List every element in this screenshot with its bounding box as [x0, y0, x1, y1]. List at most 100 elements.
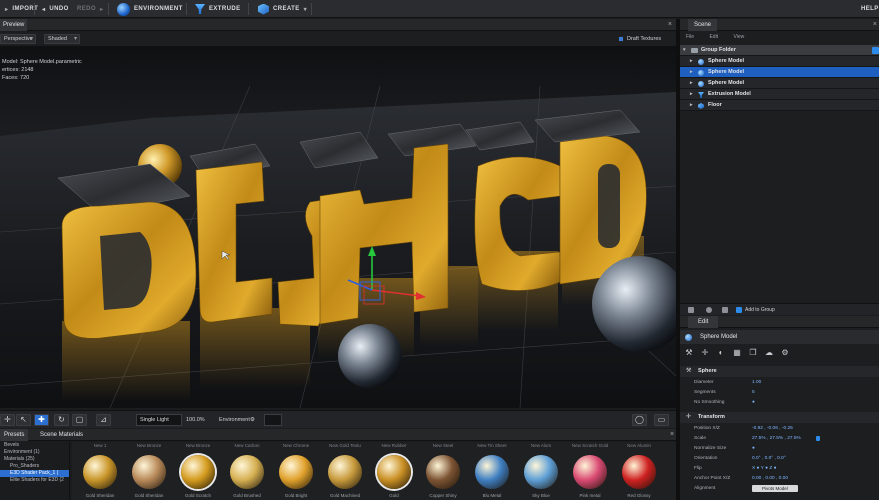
add-to-group-icon[interactable] [736, 307, 742, 313]
tree-item[interactable]: Elite Shaders for E3D (2 [0, 477, 69, 484]
diameter-field[interactable]: 1.00 [752, 378, 761, 387]
material-swatch[interactable]: New 1 Gold Sheridan [76, 442, 124, 500]
scene-item-sphere-model[interactable]: ▸ Sphere Model [680, 56, 879, 67]
alignment-dropdown[interactable]: Pivots Model [752, 485, 798, 492]
anchor-point-field[interactable]: 0.00 , 0.00 , 0.00 [752, 474, 788, 483]
tab-edit[interactable]: Edit [688, 316, 719, 328]
material-swatch[interactable]: New Alum Sky Blue [517, 442, 565, 500]
scene-item-group-folder[interactable]: ▾ Group Folder [680, 45, 879, 56]
gear-icon[interactable]: ⚙ [250, 414, 255, 426]
tab-preview[interactable]: Preview [0, 19, 28, 31]
chevron-right-icon[interactable]: ▸ [690, 56, 693, 67]
tree-item[interactable]: Pro_Shaders [0, 463, 69, 470]
undo-icon: ◂ [42, 6, 46, 13]
create-button[interactable]: CREATE ▾ [253, 0, 312, 18]
flip-checkboxes[interactable]: X ● Y ● Z ● [752, 464, 777, 473]
tree-item-selected[interactable]: E3D Shader Pack_1 ( [0, 470, 69, 477]
shader-icon[interactable]: ◐ [716, 348, 726, 358]
tab-scene-materials[interactable]: Scene Materials [36, 429, 87, 441]
close-icon[interactable]: × [670, 429, 674, 441]
rotate-tool-button[interactable]: ↻ [54, 414, 69, 426]
tree-item[interactable]: Bevels [0, 442, 69, 449]
material-swatch-selected[interactable]: New Rubber Gold [370, 442, 418, 500]
environment-button[interactable]: ENVIRONMENT [112, 0, 188, 18]
camera-reset-button[interactable]: ◯ [632, 414, 647, 426]
draft-textures-toggle[interactable]: Draft Textures [618, 35, 661, 43]
scene-item-floor[interactable]: ▸ Floor [680, 100, 879, 111]
material-swatch[interactable]: New Alumin Red Glossy [615, 442, 663, 500]
property-row: Anchor Point X/Z 0.00 , 0.00 , 0.00 [694, 474, 789, 483]
move-tool-button[interactable]: ✛ [0, 414, 15, 426]
help-button[interactable]: HELP [856, 0, 879, 18]
material-swatch[interactable]: New Carbon Gold Brushed [223, 442, 271, 500]
settings-icon[interactable] [706, 307, 712, 313]
edit-tools: ⚒ ✛ ◐ ▦ ❐ ☁ ⚙ [680, 346, 879, 360]
scene-item-sphere-model[interactable]: ▸ Sphere Model [680, 78, 879, 89]
visibility-badge-icon[interactable] [872, 47, 879, 54]
material-ball [573, 455, 607, 489]
chevron-right-icon[interactable]: ▸ [690, 100, 693, 111]
gear-icon[interactable]: ⚙ [780, 348, 790, 358]
no-smoothing-checkbox[interactable]: ● [752, 398, 755, 407]
transform-tool-button[interactable]: ✚ [34, 414, 49, 426]
texture-icon[interactable]: ▦ [732, 348, 742, 358]
environment-swatch[interactable] [264, 414, 282, 426]
material-swatch[interactable]: New Gold Textu Gold Machined [321, 442, 369, 500]
chevron-right-icon[interactable]: ▸ [690, 89, 693, 100]
property-row: Diameter 1.00 [694, 378, 762, 387]
menu-file[interactable]: File [686, 34, 694, 40]
material-swatch-selected[interactable]: New Bronze Gold Scratch [174, 442, 222, 500]
material-swatches: New 1 Gold Sheridan New Bronze Gold Sherid… [72, 442, 676, 500]
viewport-toolbar: ✛ ↖ ✚ ↻ ▢ ⊿ Single Light 100.0% Environm… [0, 410, 676, 428]
scale-tool-button[interactable]: ▢ [72, 414, 87, 426]
menu-view[interactable]: View [733, 34, 744, 40]
tree-item[interactable]: Environment (1) [0, 449, 69, 456]
select-tool-button[interactable]: ↖ [16, 414, 31, 426]
new-folder-icon[interactable] [688, 307, 694, 313]
close-icon[interactable]: × [668, 19, 672, 31]
copy-icon[interactable]: ❐ [748, 348, 758, 358]
normalize-size-checkbox[interactable]: ● [752, 444, 755, 453]
material-ball [377, 455, 411, 489]
move-icon[interactable]: ✛ [700, 348, 710, 358]
material-ball [181, 455, 215, 489]
snap-tool-button[interactable]: ⊿ [96, 414, 111, 426]
lighting-dropdown[interactable]: Single Light [136, 414, 182, 426]
shading-dropdown[interactable]: Shaded [44, 34, 80, 44]
wrench-icon[interactable]: ⚒ [684, 348, 694, 358]
close-icon[interactable]: × [873, 19, 877, 31]
sphere-section-header[interactable]: ⚒ Sphere [680, 366, 879, 377]
position-field[interactable]: -0.92 , -0.06 , -0.25 [752, 424, 793, 433]
scale-field[interactable]: 27.5% , 27.5% , 27.5% [752, 434, 801, 443]
tab-presets[interactable]: Presets [0, 429, 29, 441]
delete-icon[interactable] [722, 307, 728, 313]
move-icon: ✛ [686, 414, 692, 420]
render-view-button[interactable]: ▭ [654, 414, 669, 426]
redo-button[interactable]: REDO ▸ [72, 0, 108, 18]
chevron-down-icon[interactable]: ▾ [683, 45, 686, 56]
tree-item[interactable]: Materials (25) [0, 456, 69, 463]
material-swatch[interactable]: New Scratch Gold Pink metal [566, 442, 614, 500]
view-mode-dropdown[interactable]: Perspective [0, 34, 36, 44]
menu-edit[interactable]: Edit [709, 34, 718, 40]
material-swatch[interactable]: New Bronze Gold Sheridan [125, 442, 173, 500]
extrude-button[interactable]: EXTRUDE [190, 0, 245, 18]
material-ball [230, 455, 264, 489]
undo-button[interactable]: ◂ UNDO [37, 0, 74, 18]
material-swatch[interactable]: New Steel Copper Shiny [419, 442, 467, 500]
scene-item-sphere-model-selected[interactable]: ▸ Sphere Model [680, 67, 879, 78]
chevron-right-icon[interactable]: ▸ [690, 67, 693, 78]
add-to-group-button[interactable]: Add to Group [745, 304, 775, 316]
segments-field[interactable]: 5 [752, 388, 755, 397]
orientation-field[interactable]: 0.0° , 0.0° , 0.0° [752, 454, 786, 463]
tab-scene[interactable]: Scene [688, 19, 718, 31]
transform-section-header[interactable]: ✛ Transform [680, 412, 879, 423]
material-swatch[interactable]: New Tin Sheet Blu Metal [468, 442, 516, 500]
chevron-right-icon[interactable]: ▸ [690, 78, 693, 89]
scene-item-extrusion-model[interactable]: ▸ Extrusion Model [680, 89, 879, 100]
lock-icon[interactable] [816, 436, 820, 441]
redo-icon: ▸ [99, 6, 104, 13]
animation-icon[interactable]: ☁ [764, 348, 774, 358]
3d-viewport[interactable] [0, 46, 676, 408]
material-swatch[interactable]: New Chrome Gold Bright [272, 442, 320, 500]
